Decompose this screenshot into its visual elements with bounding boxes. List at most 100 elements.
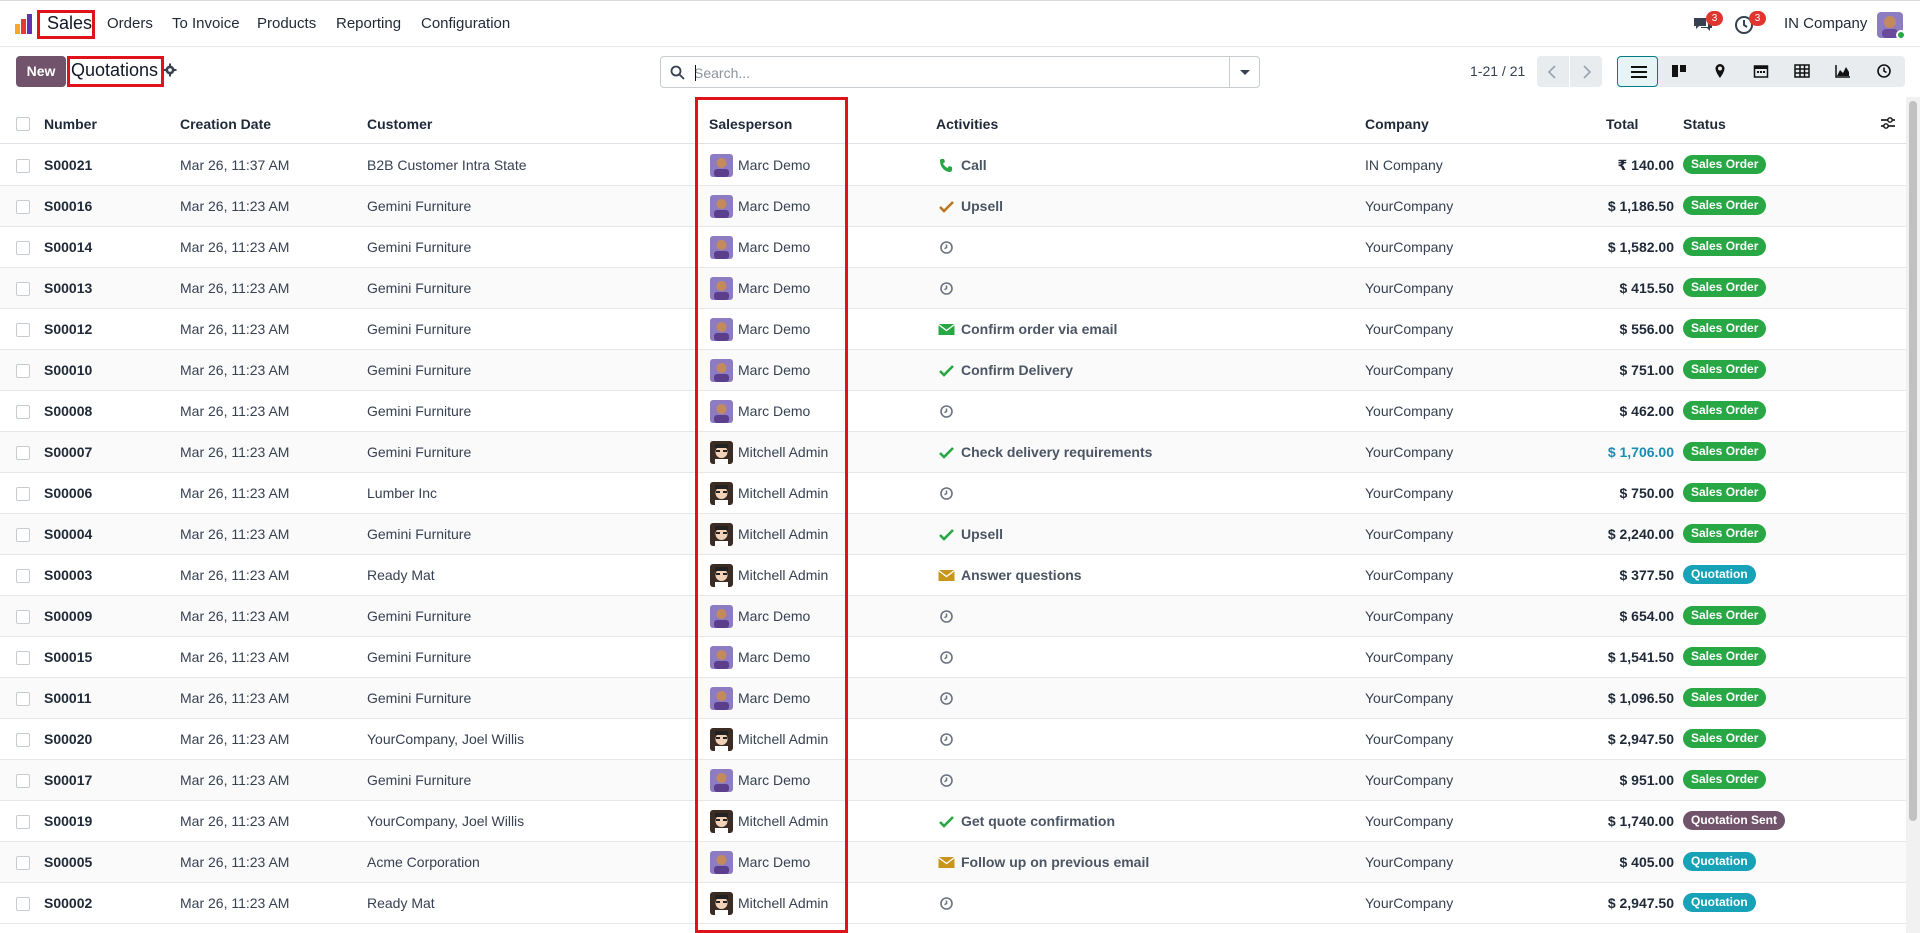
column-status[interactable]: Status bbox=[1683, 116, 1726, 132]
avatar-marc-demo[interactable] bbox=[710, 851, 733, 874]
avatar-marc-demo[interactable] bbox=[710, 154, 733, 177]
email-orange-icon[interactable] bbox=[938, 568, 955, 583]
avatar-marc-demo[interactable] bbox=[710, 277, 733, 300]
menu-configuration[interactable]: Configuration bbox=[421, 13, 510, 35]
scrollbar-thumb[interactable] bbox=[1909, 101, 1917, 821]
new-button[interactable]: New bbox=[16, 56, 66, 87]
avatar-marc-demo[interactable] bbox=[710, 400, 733, 423]
email-orange-icon[interactable] bbox=[938, 855, 955, 870]
activity-summary[interactable]: Check delivery requirements bbox=[961, 444, 1152, 460]
clock-icon[interactable] bbox=[938, 281, 955, 296]
pager-previous-button[interactable] bbox=[1537, 56, 1569, 87]
row-checkbox[interactable] bbox=[16, 487, 30, 501]
salesperson-name[interactable]: Mitchell Admin bbox=[738, 731, 828, 747]
menu-orders[interactable]: Orders bbox=[107, 13, 153, 35]
row-checkbox[interactable] bbox=[16, 897, 30, 911]
clock-icon[interactable] bbox=[938, 404, 955, 419]
salesperson-name[interactable]: Mitchell Admin bbox=[738, 813, 828, 829]
avatar-marc-demo[interactable] bbox=[710, 318, 733, 341]
check-icon[interactable] bbox=[938, 527, 955, 542]
activity-summary[interactable]: Upsell bbox=[961, 198, 1003, 214]
row-checkbox[interactable] bbox=[16, 282, 30, 296]
column-company[interactable]: Company bbox=[1365, 116, 1429, 132]
avatar-mitchell-admin[interactable] bbox=[710, 523, 733, 546]
clock-icon[interactable] bbox=[938, 650, 955, 665]
salesperson-name[interactable]: Marc Demo bbox=[738, 157, 810, 173]
row-checkbox[interactable] bbox=[16, 405, 30, 419]
search-input[interactable] bbox=[694, 62, 1194, 84]
row-checkbox[interactable] bbox=[16, 856, 30, 870]
email-green-icon[interactable] bbox=[938, 322, 955, 337]
column-customer[interactable]: Customer bbox=[367, 116, 432, 132]
pager-value[interactable]: 1-21 / 21 bbox=[1470, 63, 1525, 79]
activity-summary[interactable]: Confirm order via email bbox=[961, 321, 1117, 337]
row-checkbox[interactable] bbox=[16, 569, 30, 583]
salesperson-name[interactable]: Mitchell Admin bbox=[738, 895, 828, 911]
row-checkbox[interactable] bbox=[16, 364, 30, 378]
row-checkbox[interactable] bbox=[16, 692, 30, 706]
salesperson-name[interactable]: Mitchell Admin bbox=[738, 485, 828, 501]
avatar-marc-demo[interactable] bbox=[710, 195, 733, 218]
activity-summary[interactable]: Get quote confirmation bbox=[961, 813, 1115, 829]
sales-app-icon[interactable] bbox=[14, 13, 36, 35]
table-row[interactable]: S00021 Mar 26, 11:37 AM B2B Customer Intra… bbox=[0, 145, 1906, 186]
search-options-toggle[interactable] bbox=[1229, 57, 1259, 87]
clock-icon[interactable] bbox=[938, 732, 955, 747]
salesperson-name[interactable]: Marc Demo bbox=[738, 321, 810, 337]
check-icon[interactable] bbox=[938, 363, 955, 378]
column-salesperson[interactable]: Salesperson bbox=[709, 116, 792, 132]
salesperson-name[interactable]: Marc Demo bbox=[738, 690, 810, 706]
salesperson-name[interactable]: Mitchell Admin bbox=[738, 526, 828, 542]
pager-next-button[interactable] bbox=[1570, 56, 1602, 87]
list-view-button[interactable] bbox=[1617, 56, 1658, 87]
salesperson-name[interactable]: Marc Demo bbox=[738, 854, 810, 870]
menu-products[interactable]: Products bbox=[257, 13, 316, 35]
phone-icon[interactable] bbox=[938, 158, 955, 173]
table-row[interactable]: S00003 Mar 26, 11:23 AM Ready Mat Mitchell … bbox=[0, 555, 1906, 596]
company-switcher[interactable]: IN Company bbox=[1784, 15, 1867, 32]
table-row[interactable]: S00005 Mar 26, 11:23 AM Acme Corporation Ma… bbox=[0, 842, 1906, 883]
gear-icon[interactable] bbox=[163, 63, 177, 77]
vertical-scrollbar[interactable] bbox=[1906, 97, 1920, 933]
salesperson-name[interactable]: Marc Demo bbox=[738, 239, 810, 255]
avatar-mitchell-admin[interactable] bbox=[710, 892, 733, 915]
avatar-marc-demo[interactable] bbox=[710, 605, 733, 628]
avatar-marc-demo[interactable] bbox=[710, 359, 733, 382]
row-checkbox[interactable] bbox=[16, 774, 30, 788]
clock-icon[interactable] bbox=[938, 240, 955, 255]
menu-to-invoice[interactable]: To Invoice bbox=[172, 13, 240, 35]
clock-icon[interactable] bbox=[938, 609, 955, 624]
salesperson-name[interactable]: Marc Demo bbox=[738, 772, 810, 788]
table-row[interactable]: S00014 Mar 26, 11:23 AM Gemini Furniture Ma… bbox=[0, 227, 1906, 268]
column-number[interactable]: Number bbox=[44, 116, 97, 132]
row-checkbox[interactable] bbox=[16, 610, 30, 624]
table-row[interactable]: S00002 Mar 26, 11:23 AM Ready Mat Mitchell … bbox=[0, 883, 1906, 924]
activity-summary[interactable]: Confirm Delivery bbox=[961, 362, 1073, 378]
salesperson-name[interactable]: Marc Demo bbox=[738, 403, 810, 419]
optional-columns-icon[interactable] bbox=[1880, 115, 1896, 131]
table-row[interactable]: S00017 Mar 26, 11:23 AM Gemini Furniture Ma… bbox=[0, 760, 1906, 801]
table-row[interactable]: S00004 Mar 26, 11:23 AM Gemini Furniture Mi… bbox=[0, 514, 1906, 555]
table-row[interactable]: S00007 Mar 26, 11:23 AM Gemini Furniture Mi… bbox=[0, 432, 1906, 473]
row-checkbox[interactable] bbox=[16, 528, 30, 542]
row-checkbox[interactable] bbox=[16, 200, 30, 214]
row-checkbox[interactable] bbox=[16, 733, 30, 747]
row-checkbox[interactable] bbox=[16, 651, 30, 665]
kanban-view-button[interactable] bbox=[1658, 56, 1699, 87]
salesperson-name[interactable]: Marc Demo bbox=[738, 280, 810, 296]
activity-summary[interactable]: Call bbox=[961, 157, 987, 173]
row-checkbox[interactable] bbox=[16, 159, 30, 173]
avatar-marc-demo[interactable] bbox=[710, 769, 733, 792]
salesperson-name[interactable]: Marc Demo bbox=[738, 649, 810, 665]
map-view-button[interactable] bbox=[1699, 56, 1740, 87]
salesperson-name[interactable]: Marc Demo bbox=[738, 608, 810, 624]
row-checkbox[interactable] bbox=[16, 815, 30, 829]
menu-reporting[interactable]: Reporting bbox=[336, 13, 401, 35]
clock-icon[interactable] bbox=[938, 896, 955, 911]
upsell-icon[interactable] bbox=[938, 199, 955, 214]
table-row[interactable]: S00008 Mar 26, 11:23 AM Gemini Furniture Ma… bbox=[0, 391, 1906, 432]
avatar-mitchell-admin[interactable] bbox=[710, 728, 733, 751]
avatar-mitchell-admin[interactable] bbox=[710, 482, 733, 505]
table-row[interactable]: S00006 Mar 26, 11:23 AM Lumber Inc Mitchell… bbox=[0, 473, 1906, 514]
table-row[interactable]: S00013 Mar 26, 11:23 AM Gemini Furniture Ma… bbox=[0, 268, 1906, 309]
